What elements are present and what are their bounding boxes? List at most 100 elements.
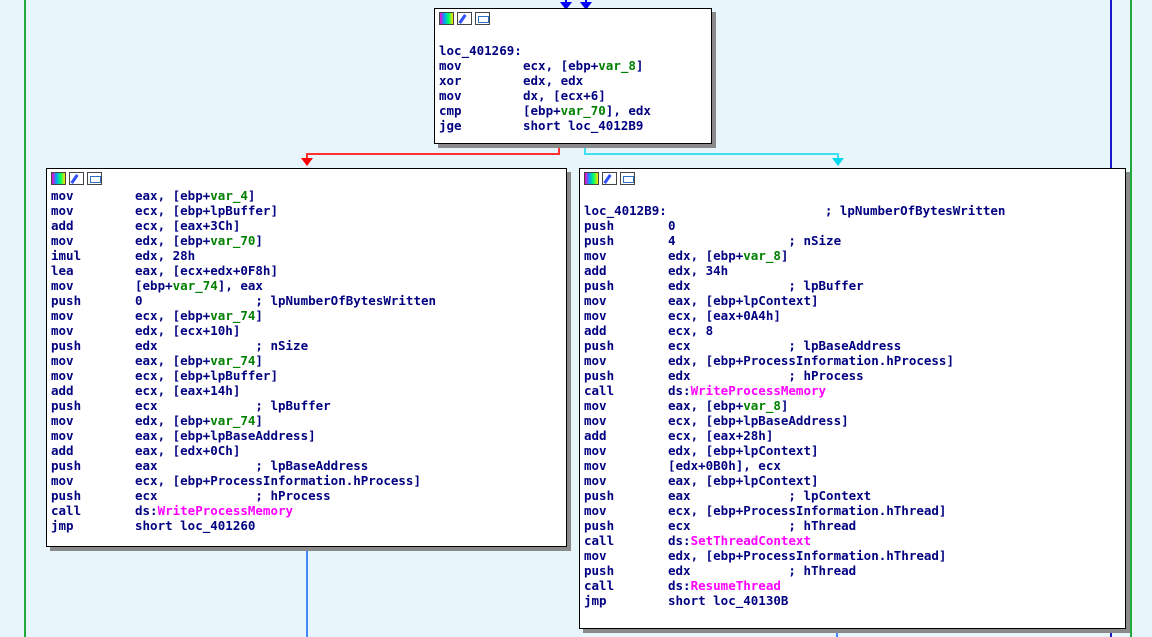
mnemonic: mov — [584, 398, 607, 413]
code-line[interactable]: push ecx ; lpBuffer — [47, 398, 566, 413]
code-line[interactable]: add ecx, 8 — [580, 323, 1125, 338]
variable-ref[interactable]: var_4 — [210, 188, 248, 203]
code-line[interactable]: mov edx, [ebp+ProcessInformation.hProcess… — [580, 353, 1125, 368]
variable-ref[interactable]: var_8 — [743, 248, 781, 263]
code-line[interactable]: mov ecx, [ebp+lpBuffer] — [47, 203, 566, 218]
code-line[interactable]: call ds:WriteProcessMemory — [47, 503, 566, 518]
code-line[interactable]: mov eax, [ebp+var_4] — [47, 188, 566, 203]
mnemonic: mov — [51, 368, 74, 383]
code-line[interactable]: mov ecx, [ebp+lpBuffer] — [47, 368, 566, 383]
code-block-loc-4012B9[interactable]: loc_4012B9: ; lpNumberOfBytesWritten push… — [579, 168, 1126, 629]
code-line[interactable]: mov eax, [ebp+var_74] — [47, 353, 566, 368]
code-line[interactable]: xor edx, edx — [435, 73, 711, 88]
code-line[interactable]: mov edx, [ebp+var_74] — [47, 413, 566, 428]
code-line[interactable]: mov eax, [ebp+lpContext] — [580, 293, 1125, 308]
code-line[interactable]: mov ecx, [ebp+lpBaseAddress] — [580, 413, 1125, 428]
code-line[interactable]: push ecx ; hThread — [580, 518, 1125, 533]
code-line[interactable]: call ds:ResumeThread — [580, 578, 1125, 593]
api-ref[interactable]: ResumeThread — [691, 578, 781, 593]
mnemonic: mov — [51, 308, 74, 323]
mnemonic: push — [51, 488, 82, 503]
code-line[interactable]: jge short loc_4012B9 — [435, 118, 711, 133]
color-icon[interactable] — [51, 172, 66, 185]
edit-icon[interactable] — [69, 172, 84, 185]
operand-text: ecx, [eax+14h] — [135, 383, 241, 398]
graph-overview-icon[interactable] — [87, 172, 102, 185]
code-line[interactable]: jmp short loc_401260 — [47, 518, 566, 533]
graph-overview-icon[interactable] — [620, 172, 635, 185]
code-line[interactable]: cmp [ebp+var_70], edx — [435, 103, 711, 118]
graph-overview-icon[interactable] — [475, 12, 490, 25]
code-line[interactable]: push 4 ; nSize — [580, 233, 1125, 248]
code-line[interactable]: jmp short loc_40130B — [580, 593, 1125, 608]
code-line[interactable]: push ecx ; hProcess — [47, 488, 566, 503]
operand-text: edx, [ebp+ — [135, 413, 211, 428]
code-line[interactable]: add ecx, [eax+3Ch] — [47, 218, 566, 233]
code-line[interactable]: add edx, 34h — [580, 263, 1125, 278]
code-line[interactable]: push eax ; lpBaseAddress — [47, 458, 566, 473]
code-line[interactable]: add eax, [edx+0Ch] — [47, 443, 566, 458]
code-line[interactable]: push eax ; lpContext — [580, 488, 1125, 503]
code-line[interactable]: mov dx, [ecx+6] — [435, 88, 711, 103]
code-line[interactable]: push ecx ; lpBaseAddress — [580, 338, 1125, 353]
operand-text: ] — [780, 398, 789, 413]
mnemonic: jmp — [584, 593, 607, 608]
variable-ref[interactable]: var_74 — [210, 353, 255, 368]
mnemonic: mov — [584, 353, 607, 368]
code-line[interactable]: mov ecx, [ebp+var_74] — [47, 308, 566, 323]
code-line[interactable]: mov ecx, [ebp+ProcessInformation.hProcess… — [47, 473, 566, 488]
code-line[interactable]: mov edx, [ecx+10h] — [47, 323, 566, 338]
variable-ref[interactable]: var_70 — [210, 233, 255, 248]
code-line[interactable]: mov ecx, [eax+0A4h] — [580, 308, 1125, 323]
code-label[interactable]: loc_401269: — [439, 43, 522, 58]
variable-ref[interactable]: var_8 — [598, 58, 636, 73]
code-line[interactable]: mov edx, [ebp+lpContext] — [580, 443, 1125, 458]
code-line[interactable]: push edx ; hProcess — [580, 368, 1125, 383]
code-line[interactable]: push 0 — [580, 218, 1125, 233]
code-line[interactable]: mov edx, [ebp+var_8] — [580, 248, 1125, 263]
variable-ref[interactable]: var_8 — [743, 398, 781, 413]
operands: dx, [ecx+6] — [523, 88, 606, 103]
code-line[interactable]: loc_401269: — [435, 43, 711, 58]
code-line[interactable]: push 0 ; lpNumberOfBytesWritten — [47, 293, 566, 308]
mnemonic: add — [584, 323, 607, 338]
code-line[interactable]: lea eax, [ecx+edx+0F8h] — [47, 263, 566, 278]
code-line[interactable]: push edx ; hThread — [580, 563, 1125, 578]
code-label[interactable]: loc_4012B9: ; lpNumberOfBytesWritten — [584, 203, 1005, 218]
variable-ref[interactable]: var_74 — [210, 308, 255, 323]
code-line[interactable]: add ecx, [eax+28h] — [580, 428, 1125, 443]
code-line[interactable]: mov ecx, [ebp+ProcessInformation.hThread] — [580, 503, 1125, 518]
code-line[interactable]: imul edx, 28h — [47, 248, 566, 263]
code-block-loc-401269[interactable]: loc_401269: mov ecx, [ebp+var_8] xor edx, ed… — [434, 8, 712, 144]
color-icon[interactable] — [439, 12, 454, 25]
mnemonic: push — [51, 338, 82, 353]
api-ref[interactable]: SetThreadContext — [691, 533, 811, 548]
code-line[interactable]: mov [edx+0B0h], ecx — [580, 458, 1125, 473]
graph-view-canvas[interactable]: loc_401269: mov ecx, [ebp+var_8] xor edx, ed… — [0, 0, 1152, 637]
code-line[interactable]: mov eax, [ebp+lpContext] — [580, 473, 1125, 488]
code-line[interactable]: mov edx, [ebp+ProcessInformation.hThread] — [580, 548, 1125, 563]
edge-left-green — [24, 0, 26, 637]
api-ref[interactable]: WriteProcessMemory — [158, 503, 293, 518]
edit-icon[interactable] — [457, 12, 472, 25]
edit-icon[interactable] — [602, 172, 617, 185]
variable-ref[interactable]: var_74 — [210, 413, 255, 428]
code-line[interactable]: mov ecx, [ebp+var_8] — [435, 58, 711, 73]
code-line[interactable]: call ds:WriteProcessMemory — [580, 383, 1125, 398]
code-block-left[interactable]: mov eax, [ebp+var_4] mov ecx, [ebp+lpBuffer… — [46, 168, 567, 547]
code-line[interactable]: mov eax, [ebp+lpBaseAddress] — [47, 428, 566, 443]
api-ref[interactable]: WriteProcessMemory — [691, 383, 826, 398]
code-line[interactable]: mov [ebp+var_74], eax — [47, 278, 566, 293]
variable-ref[interactable]: var_74 — [173, 278, 218, 293]
code-line[interactable]: push edx ; lpBuffer — [580, 278, 1125, 293]
code-line[interactable]: loc_4012B9: ; lpNumberOfBytesWritten — [580, 203, 1125, 218]
code-line[interactable]: add ecx, [eax+14h] — [47, 383, 566, 398]
code-line[interactable]: call ds:SetThreadContext — [580, 533, 1125, 548]
variable-ref[interactable]: var_70 — [561, 103, 606, 118]
code-line[interactable] — [580, 188, 1125, 203]
code-line[interactable]: mov eax, [ebp+var_8] — [580, 398, 1125, 413]
code-line[interactable]: mov edx, [ebp+var_70] — [47, 233, 566, 248]
code-line[interactable]: push edx ; nSize — [47, 338, 566, 353]
color-icon[interactable] — [584, 172, 599, 185]
operands: ecx ; lpBuffer — [135, 398, 331, 413]
